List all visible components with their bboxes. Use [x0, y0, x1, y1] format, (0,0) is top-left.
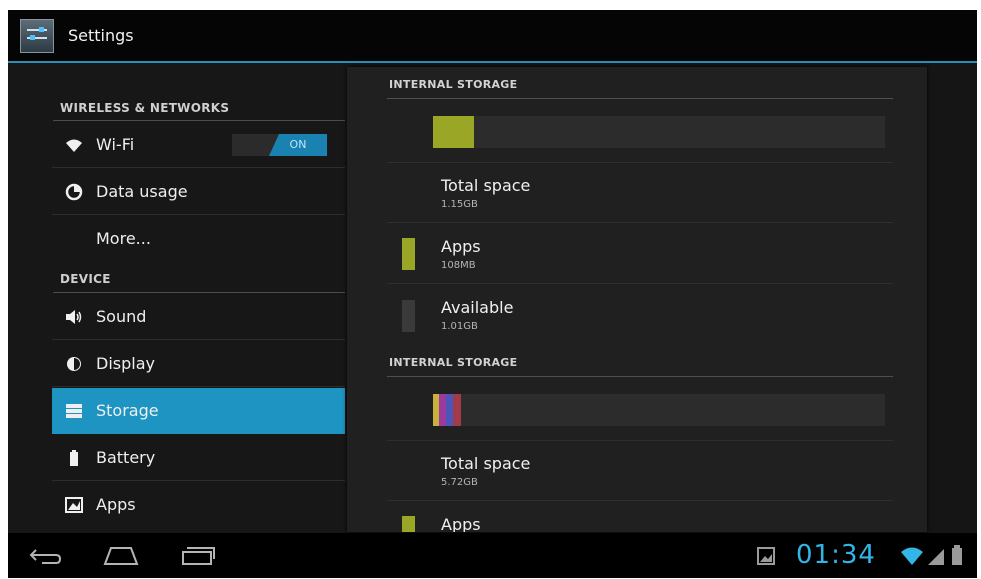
usage-fill-apps [433, 116, 474, 148]
signal-strength-icon [926, 545, 946, 571]
settings-app-icon[interactable] [20, 19, 54, 53]
available-label: Available [441, 298, 514, 317]
slider-knob [30, 35, 35, 40]
divider [53, 292, 345, 293]
total-space-label: Total space [441, 176, 531, 195]
brightness-icon [64, 354, 84, 374]
storage-panel: INTERNAL STORAGE Total space 1.15GB Apps… [347, 67, 927, 532]
battery-status-icon [950, 543, 964, 571]
recent-apps-button[interactable] [180, 542, 216, 572]
sidebar-item-wifi[interactable]: Wi-Fi ON [52, 122, 345, 168]
usage-fill-segment [439, 394, 446, 426]
divider [387, 440, 893, 441]
divider [387, 283, 893, 284]
section-header-wireless: WIRELESS & NETWORKS [60, 101, 230, 115]
tablet-screen: Settings WIRELESS & NETWORKS Wi-Fi ON Da… [8, 10, 977, 578]
apps-value: 108MB [441, 260, 476, 271]
divider [387, 222, 893, 223]
apps-label: Apps [441, 515, 481, 532]
sidebar-item-label: Sound [96, 307, 147, 326]
divider [53, 120, 345, 121]
storage-usage-bar [433, 394, 885, 426]
wifi-icon [64, 135, 84, 155]
page-title: Settings [68, 26, 134, 45]
wifi-toggle-state: ON [269, 134, 327, 156]
home-button[interactable] [101, 542, 141, 572]
storage-icon [64, 401, 84, 421]
usage-fill-segment [453, 394, 461, 426]
total-space-value: 5.72GB [441, 477, 478, 488]
sidebar-item-data-usage[interactable]: Data usage [52, 169, 345, 215]
apps-label: Apps [441, 237, 481, 256]
divider [387, 162, 893, 163]
slider-knob [39, 27, 44, 32]
sidebar-item-label: Battery [96, 448, 156, 467]
data-usage-icon [64, 182, 84, 202]
available-color-swatch [402, 300, 415, 332]
back-button[interactable] [28, 544, 64, 572]
storage-section-header: INTERNAL STORAGE [389, 78, 518, 91]
storage-usage-bar [433, 116, 885, 148]
apps-color-swatch [402, 238, 415, 270]
sidebar-item-label: Display [96, 354, 155, 373]
action-bar: Settings [8, 10, 977, 63]
sidebar-item-display[interactable]: Display [52, 341, 345, 387]
total-space-label: Total space [441, 454, 531, 473]
sidebar-item-label: Wi-Fi [96, 135, 135, 154]
divider [387, 376, 893, 377]
apps-color-swatch [402, 516, 415, 532]
storage-section-header: INTERNAL STORAGE [389, 356, 518, 369]
gallery-notification-icon[interactable] [756, 546, 776, 570]
sidebar-item-label: More... [96, 229, 151, 248]
speaker-icon [64, 307, 84, 327]
system-bar: 01:34 [8, 533, 977, 578]
sidebar-item-label: Data usage [96, 182, 188, 201]
sidebar-item-label: Apps [96, 495, 136, 514]
sidebar-item-label: Storage [96, 401, 159, 420]
battery-icon [64, 448, 84, 468]
total-space-value: 1.15GB [441, 199, 478, 210]
section-header-device: DEVICE [60, 272, 111, 286]
divider [387, 98, 893, 99]
sidebar-item-sound[interactable]: Sound [52, 294, 345, 340]
available-value: 1.01GB [441, 321, 478, 332]
sidebar-item-battery[interactable]: Battery [52, 435, 345, 481]
usage-fill-segment [446, 394, 453, 426]
wifi-status-icon [900, 545, 924, 571]
apps-icon [64, 495, 84, 515]
wifi-toggle[interactable]: ON [232, 134, 327, 156]
sidebar-item-apps[interactable]: Apps [52, 482, 345, 528]
divider [387, 500, 893, 501]
settings-sidebar: WIRELESS & NETWORKS Wi-Fi ON Data usage … [8, 63, 353, 536]
sidebar-item-storage[interactable]: Storage [52, 388, 345, 434]
status-clock: 01:34 [796, 540, 876, 570]
sidebar-item-more[interactable]: More... [52, 216, 345, 262]
slider-line [27, 29, 47, 31]
